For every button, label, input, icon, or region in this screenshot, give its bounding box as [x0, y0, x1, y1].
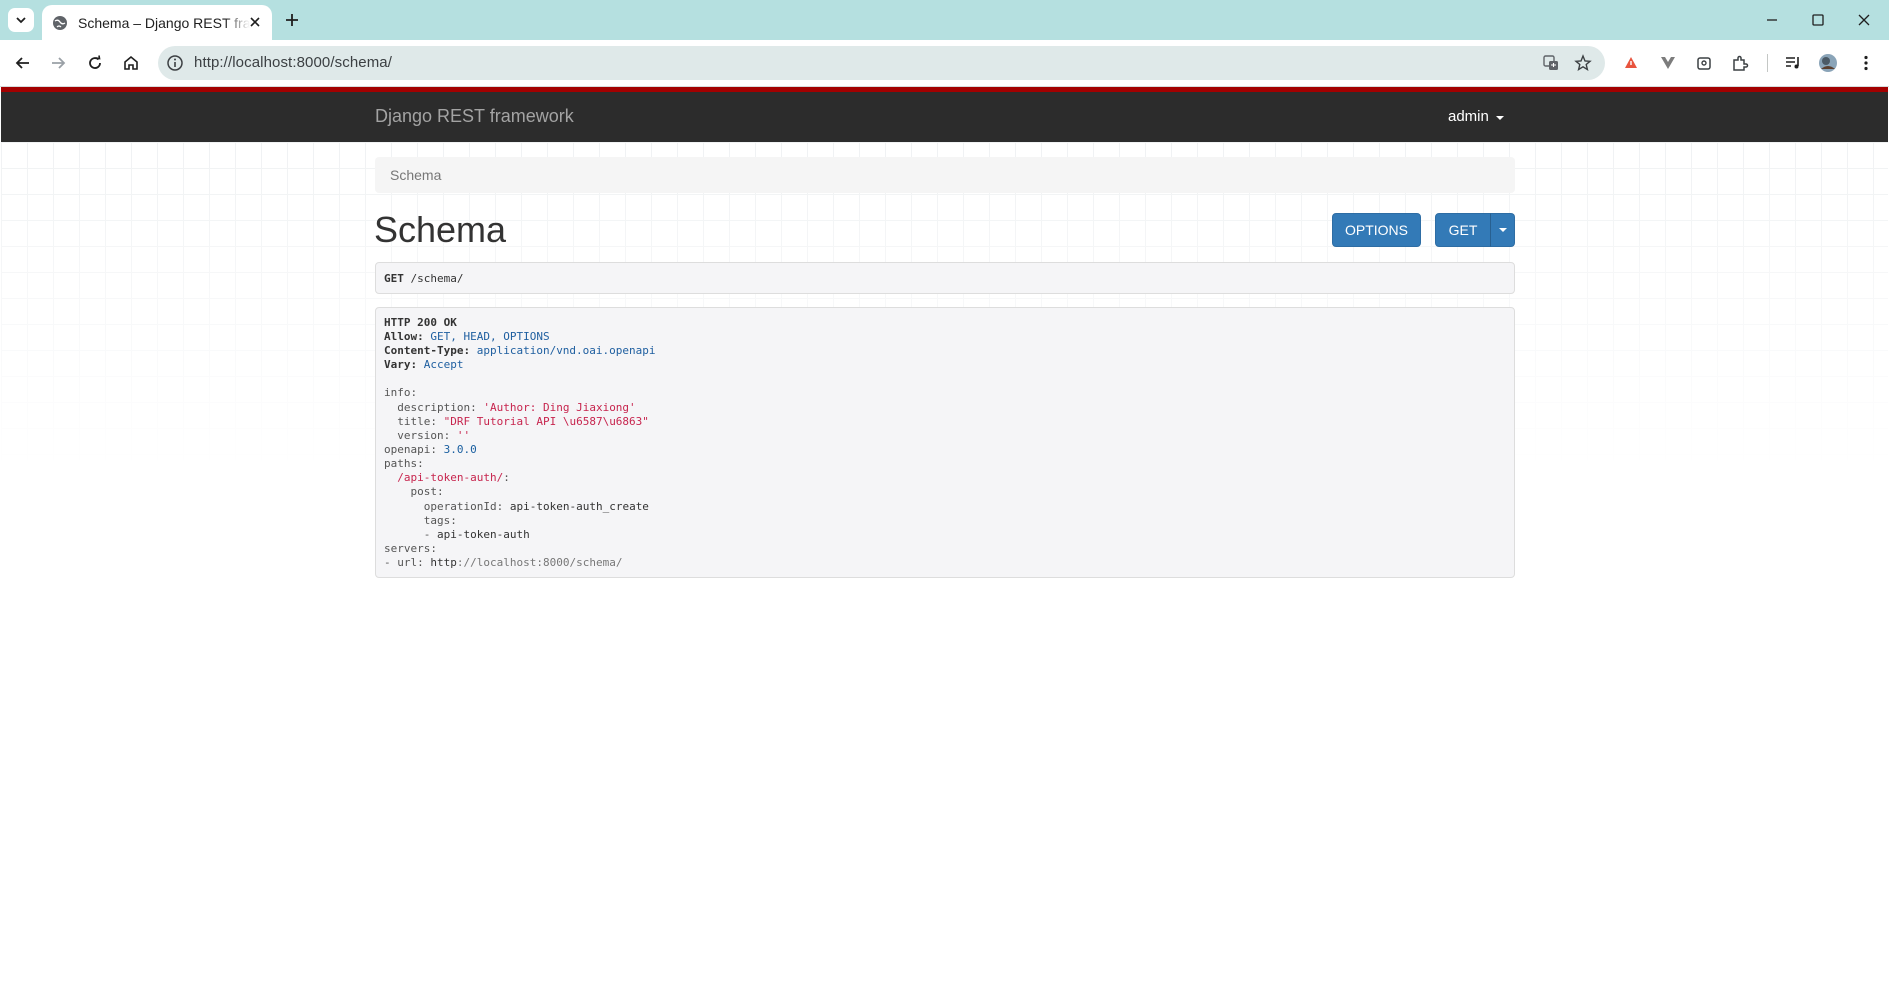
warning-extension-icon: [1625, 57, 1637, 68]
home-icon: [124, 55, 138, 70]
avatar: [1819, 54, 1837, 72]
response-status: HTTP 200 OK: [384, 316, 457, 329]
options-button[interactable]: OPTIONS: [1332, 213, 1421, 247]
chrome-menu-button[interactable]: [1855, 52, 1877, 74]
translate-icon[interactable]: [1542, 54, 1560, 72]
yaml-tag-item: - api-token-auth: [423, 528, 530, 541]
request-path: /schema/: [410, 272, 464, 285]
arrow-left-icon: [15, 57, 29, 69]
navbar-brand[interactable]: Django REST framework: [375, 106, 574, 127]
maximize-icon[interactable]: [1810, 12, 1826, 28]
yaml-paths-key: paths:: [384, 457, 424, 470]
user-name: admin: [1448, 108, 1489, 125]
browser-tab-strip: Schema – Django REST framework: [0, 0, 1889, 40]
back-button[interactable]: [12, 52, 34, 74]
header-content-type: Content-Type: application/vnd.oai.openap…: [384, 344, 656, 357]
url-text[interactable]: http://localhost:8000/schema/: [194, 54, 392, 71]
drf-navbar: Django REST framework admin: [1, 87, 1888, 142]
get-format-dropdown-toggle[interactable]: [1490, 213, 1515, 247]
minimize-icon[interactable]: [1764, 12, 1780, 28]
more-vertical-icon: [1864, 55, 1868, 71]
home-button[interactable]: [120, 52, 142, 74]
extension-2-button[interactable]: [1657, 52, 1679, 74]
media-queue-icon: [1786, 57, 1799, 69]
response-info: HTTP 200 OK Allow: GET, HEAD, OPTIONS Co…: [375, 307, 1515, 578]
get-button[interactable]: GET: [1435, 213, 1491, 247]
yaml-operation-id: operationId: api-token-auth_create: [423, 500, 649, 513]
request-line: GET /schema/: [384, 272, 463, 285]
header-allow: Allow: GET, HEAD, OPTIONS: [384, 330, 550, 343]
toolbar-separator: [1767, 54, 1768, 72]
extension-1-button[interactable]: [1620, 52, 1642, 74]
yaml-openapi: openapi: 3.0.0: [384, 443, 477, 456]
media-button[interactable]: [1782, 52, 1804, 74]
site-info-icon[interactable]: [166, 54, 184, 72]
yaml-server-url: - url: http://localhost:8000/schema/: [384, 556, 623, 569]
caret-down-icon: [1498, 228, 1507, 232]
profile-button[interactable]: [1817, 52, 1839, 74]
close-icon[interactable]: [248, 15, 262, 29]
reload-button[interactable]: [84, 52, 106, 74]
puzzle-icon: [1733, 55, 1749, 71]
yaml-info-key: info:: [384, 386, 418, 399]
forward-button[interactable]: [47, 52, 69, 74]
globe-icon: [53, 15, 67, 30]
page-viewport: Django REST framework admin Schema Schem…: [1, 87, 1888, 999]
caret-down-icon: [1495, 115, 1504, 120]
active-tab[interactable]: Schema – Django REST framework: [42, 5, 272, 40]
yaml-path-entry: /api-token-auth/:: [397, 471, 510, 484]
address-bar[interactable]: http://localhost:8000/schema/: [158, 46, 1605, 80]
page-title: Schema: [374, 209, 507, 250]
reload-icon: [89, 55, 101, 69]
yaml-servers-key: servers:: [384, 542, 437, 555]
new-tab-plus-icon[interactable]: [283, 11, 301, 29]
yaml-post-key: post:: [410, 485, 444, 498]
tab-search-button[interactable]: [8, 8, 34, 32]
window-close-icon[interactable]: [1856, 12, 1872, 28]
yaml-version: version: '': [397, 429, 471, 442]
bookmark-star-icon[interactable]: [1574, 54, 1592, 72]
notes-extension-icon: [1697, 57, 1711, 70]
header-vary: Vary: Accept: [384, 358, 464, 371]
arrow-right-icon: [52, 57, 66, 69]
request-info: GET /schema/: [375, 262, 1515, 294]
yaml-description: description: 'Author: Ding Jiaxiong': [397, 401, 636, 414]
breadcrumb-item-schema[interactable]: Schema: [390, 167, 441, 183]
vue-extension-icon: [1661, 57, 1675, 69]
user-dropdown[interactable]: admin: [1448, 108, 1504, 125]
chevron-down-icon: [16, 17, 26, 24]
yaml-tags-key: tags:: [423, 514, 457, 527]
tab-title: Schema – Django REST framework: [78, 14, 250, 31]
browser-toolbar: http://localhost:8000/schema/: [0, 40, 1889, 86]
breadcrumb: Schema: [375, 157, 1515, 193]
extension-3-button[interactable]: [1693, 52, 1715, 74]
request-method: GET: [384, 272, 404, 285]
yaml-title: title: "DRF Tutorial API \u6587\u6863": [397, 415, 649, 428]
extensions-button[interactable]: [1729, 52, 1751, 74]
